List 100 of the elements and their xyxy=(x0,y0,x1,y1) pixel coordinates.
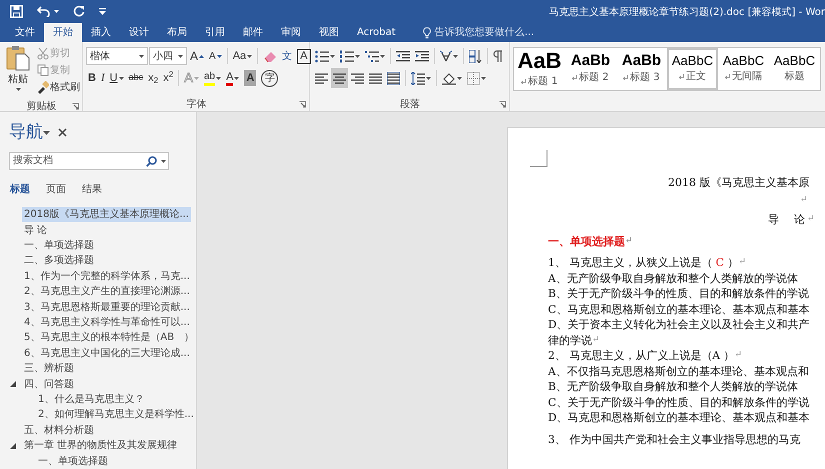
nav-tree-item[interactable]: 一、单项选择题 xyxy=(22,238,96,254)
margin-corner-icon xyxy=(530,150,548,167)
nav-tree-item[interactable]: 2018版《马克思主义基本原理概论... xyxy=(22,207,191,222)
nav-tree-item[interactable]: 6、马克思主义中国化的三大理论成... xyxy=(22,346,192,361)
nav-tree-item[interactable]: 1、作为一个完整的科学体系，马克... xyxy=(22,268,192,284)
italic-button[interactable]: I xyxy=(98,68,107,88)
undo-icon[interactable] xyxy=(37,5,50,17)
customize-toolbar-icon[interactable] xyxy=(99,8,106,14)
caret-icon xyxy=(178,54,183,58)
nav-tree-item[interactable]: 4、马克思主义科学性与革命性可以... xyxy=(22,315,192,330)
clipboard-icon xyxy=(6,45,30,71)
ribbon-tab[interactable]: 设计 xyxy=(120,23,158,42)
paragraph-mark: ↵ xyxy=(625,234,633,248)
font-color-button[interactable]: A xyxy=(224,68,242,88)
phonetic-guide-button[interactable]: 文 xyxy=(280,46,294,66)
sort-icon xyxy=(469,50,482,62)
nav-tree-item[interactable]: 二、多项选择题 xyxy=(22,253,96,268)
increase-indent-icon xyxy=(415,50,429,62)
nav-tree-item[interactable]: 三、辨析题 xyxy=(22,361,76,376)
caret-icon xyxy=(453,54,458,58)
bold-button[interactable]: B xyxy=(86,68,98,88)
strikethrough-button[interactable]: abc xyxy=(126,68,146,88)
format-painter-button[interactable]: 格式刷 xyxy=(35,79,82,96)
nav-tree-item[interactable]: 五、材料分析题 xyxy=(22,422,96,438)
paintbrush-icon xyxy=(37,81,49,94)
document-text: D、马克思和恩格斯创立的基本理论、基本观点和基本 xyxy=(548,410,810,426)
nav-tree-item[interactable]: 2、马克思主义产生的直接理论渊源... xyxy=(22,284,192,300)
ribbon-tab[interactable]: 视图 xyxy=(310,23,348,42)
ribbon-tab[interactable]: 引用 xyxy=(196,23,234,42)
ribbon-tab[interactable]: Acrobat xyxy=(348,23,405,42)
decrease-indent-icon xyxy=(396,50,410,62)
group-label: 剪贴板 xyxy=(26,100,56,114)
character-border-button[interactable]: A xyxy=(295,46,312,66)
dialog-launcher-icon[interactable] xyxy=(499,100,506,108)
grow-font-button[interactable]: A xyxy=(188,46,206,66)
search-field[interactable]: 搜索文档 xyxy=(9,152,169,170)
font-size-field[interactable]: 小四 xyxy=(149,47,187,65)
nav-tree-item[interactable]: 第一章 世界的物质性及其发展规律 xyxy=(22,438,180,454)
nav-tab[interactable]: 结果 xyxy=(76,182,108,198)
nav-tree-item[interactable]: 一、单项选择题 xyxy=(36,454,110,469)
caret-icon xyxy=(380,54,385,58)
script-button[interactable]: x$_{2}$ xyxy=(146,68,160,88)
dropdown-icon[interactable] xyxy=(43,130,50,135)
align-center-icon xyxy=(333,72,346,84)
nav-tree-item[interactable]: 导 论 xyxy=(22,222,50,238)
line-spacing-icon xyxy=(411,72,425,84)
align-distribute-icon xyxy=(387,72,400,84)
caret-icon xyxy=(194,76,199,80)
ribbon-tab[interactable]: 邮件 xyxy=(234,23,272,42)
document-text: C、关于无产阶级斗争的性质、目的和解放条件的学说 xyxy=(548,394,810,410)
multilevel-list-icon xyxy=(365,50,379,62)
font-name-field[interactable]: 楷体 xyxy=(86,47,148,65)
document-text: 3、 作为中国共产党和社会主义事业指导思想的马克 xyxy=(548,432,800,447)
nav-tab[interactable]: 标题 xyxy=(4,182,36,198)
nav-tab[interactable]: 页面 xyxy=(40,182,72,198)
style-item[interactable]: AaBbC 正文 xyxy=(667,48,718,90)
align-left-icon xyxy=(315,72,328,84)
up-triangle-icon xyxy=(199,54,204,58)
redo-icon[interactable] xyxy=(73,5,85,17)
shrink-font-button[interactable]: A xyxy=(207,46,224,66)
nav-tree-item[interactable]: 3、马克思恩格斯最重要的理论贡献... xyxy=(22,300,192,315)
document-text: B、关于无产阶级斗争的性质、目的和解放条件的学说 xyxy=(548,286,809,302)
highlight-button[interactable]: ab xyxy=(202,68,224,88)
save-icon[interactable] xyxy=(10,4,23,18)
document-text: A、不仅指马克思恩格斯创立的基本理论、基本观点和 xyxy=(548,364,809,379)
tell-me-field[interactable]: 告诉我您想要做什么... xyxy=(422,23,534,42)
document-text: 1、 马克思主义，从狭义上说是（ C ） xyxy=(548,255,738,270)
paragraph-mark: ↵ xyxy=(734,349,742,362)
borders-icon xyxy=(467,72,480,84)
navigation-title: 导航 xyxy=(9,121,43,144)
character-shading-button[interactable]: A xyxy=(242,68,258,88)
ribbon-tab[interactable]: 开始 xyxy=(44,23,82,42)
search-icon[interactable] xyxy=(146,156,157,167)
caret-icon xyxy=(216,76,222,80)
dialog-launcher-icon[interactable] xyxy=(299,100,306,108)
expanded-triangle-icon[interactable] xyxy=(10,381,16,388)
align-justify-icon xyxy=(369,72,382,84)
paste-button[interactable]: 粘贴 xyxy=(3,45,33,99)
underline-button[interactable]: U xyxy=(108,68,126,88)
align-center-button[interactable] xyxy=(331,68,348,88)
caret-icon xyxy=(16,88,20,91)
numbered-list-icon xyxy=(340,50,354,62)
nav-tree-item[interactable]: 1、什么是马克思主义？ xyxy=(36,392,146,407)
ribbon-tab[interactable]: 插入 xyxy=(82,23,120,42)
enclose-characters-button[interactable]: 字 xyxy=(259,68,280,88)
document-text: D、关于资本主义转化为社会主义以及社会主义和共产 xyxy=(548,317,810,332)
group-label: 段落 xyxy=(400,98,420,112)
script-button[interactable]: x$^{2}$ xyxy=(161,68,176,88)
expanded-triangle-icon[interactable] xyxy=(10,442,16,449)
dialog-launcher-icon[interactable] xyxy=(72,102,79,110)
ribbon-tab[interactable]: 布局 xyxy=(158,23,196,42)
ribbon-tab[interactable]: 文件 xyxy=(6,23,44,42)
nav-tree-item[interactable]: 四、问答题 xyxy=(22,376,76,392)
nav-tree-item[interactable]: 5、马克思主义的根本特性是（AB ） xyxy=(22,330,196,346)
ribbon-tab[interactable]: 审阅 xyxy=(272,23,310,42)
change-case-button[interactable]: Aa xyxy=(230,46,254,66)
document-text: 2、 马克思主义，从广义上说是（A ） xyxy=(548,348,735,364)
close-icon[interactable] xyxy=(58,128,67,138)
nav-tree-item[interactable]: 2、如何理解马克思主义是科学性... xyxy=(36,407,196,422)
asian-layout-icon xyxy=(440,50,452,62)
